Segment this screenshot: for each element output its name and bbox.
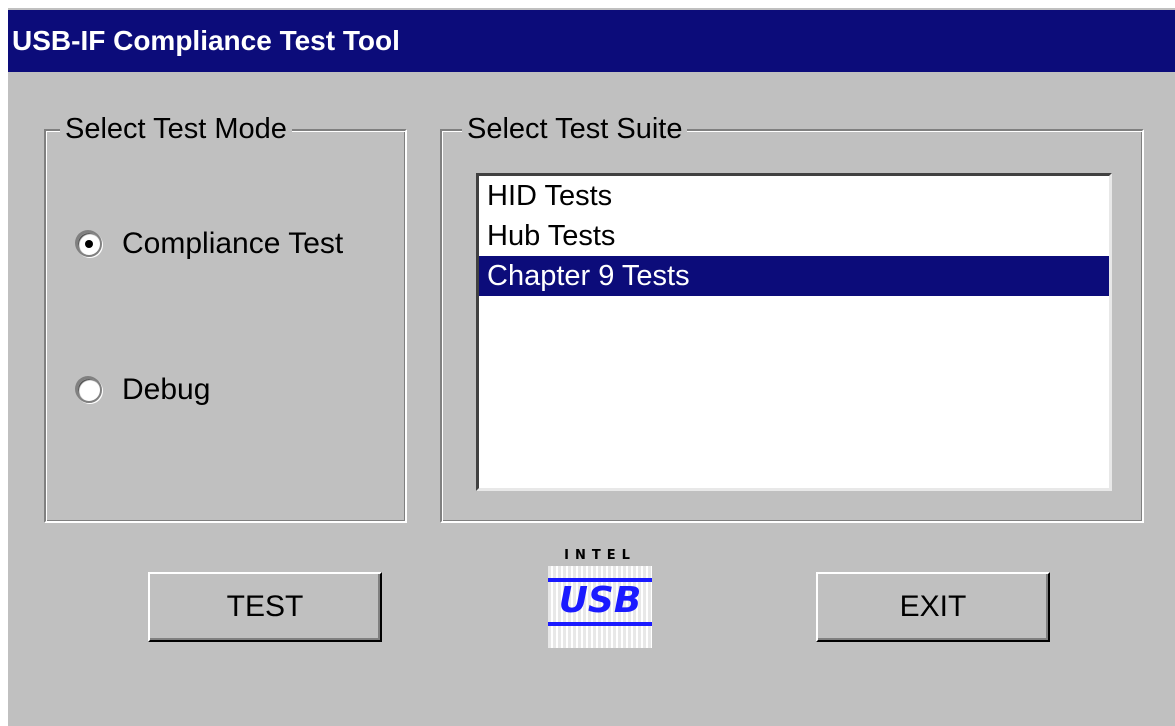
radio-label-debug: Debug	[122, 373, 211, 406]
intel-usb-logo: INTEL USB	[548, 548, 652, 648]
logo-bar-bottom	[548, 622, 652, 626]
test-suite-group-label: Select Test Suite	[462, 111, 688, 147]
test-button[interactable]: TEST	[148, 572, 382, 642]
radio-debug[interactable]: Debug	[76, 373, 210, 407]
test-mode-group-label: Select Test Mode	[60, 111, 292, 147]
test-suite-listbox[interactable]: HID Tests Hub Tests Chapter 9 Tests	[476, 173, 1112, 491]
radio-compliance-test[interactable]: Compliance Test	[76, 227, 343, 261]
radio-label-compliance-test: Compliance Test	[122, 227, 344, 260]
logo-intel-text: INTEL	[564, 548, 636, 563]
logo-usb-text: USB	[558, 580, 642, 621]
radio-button-icon[interactable]	[76, 377, 102, 403]
radio-button-icon[interactable]	[76, 231, 102, 257]
test-suite-group: Select Test Suite HID Tests Hub Tests Ch…	[440, 111, 1144, 523]
list-item-chapter-9-tests[interactable]: Chapter 9 Tests	[479, 256, 1109, 296]
exit-button[interactable]: EXIT	[816, 572, 1050, 642]
list-item-hid-tests[interactable]: HID Tests	[479, 176, 1109, 216]
title-bar[interactable]: USB-IF Compliance Test Tool	[8, 10, 1175, 72]
logo-usb-box: USB	[548, 566, 652, 648]
list-item-hub-tests[interactable]: Hub Tests	[479, 216, 1109, 256]
test-mode-group: Select Test Mode Compliance Test Debug	[44, 111, 407, 523]
